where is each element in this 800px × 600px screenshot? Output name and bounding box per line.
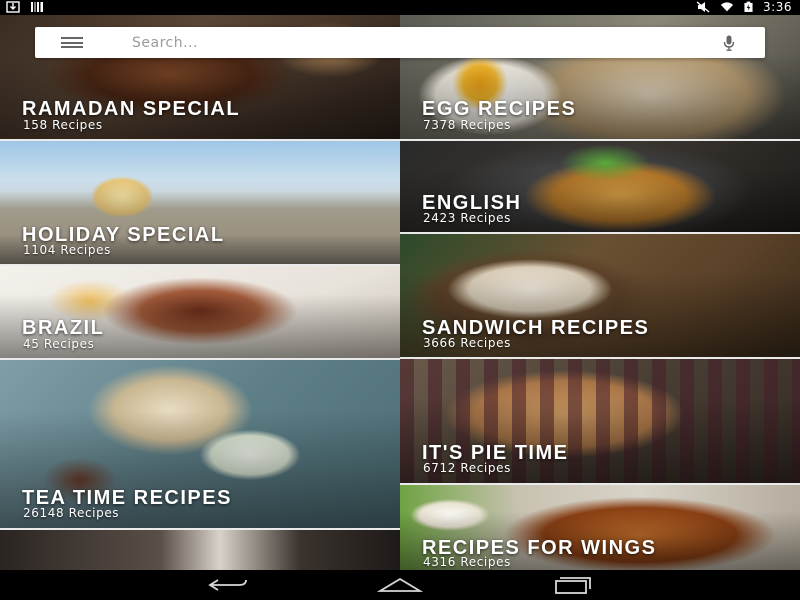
- battery-icon: [744, 1, 753, 12]
- clock: 3:36: [763, 0, 792, 14]
- search-bar: [35, 27, 765, 58]
- category-tile-english[interactable]: ENGLISH 2423 Recipes: [400, 141, 800, 234]
- category-tile-brazil[interactable]: BRAZIL 45 Recipes: [0, 266, 400, 360]
- category-tile-partial[interactable]: [0, 530, 400, 570]
- category-tile-sandwich-recipes[interactable]: SANDWICH RECIPES 3666 Recipes: [400, 234, 800, 359]
- home-icon[interactable]: [377, 576, 423, 594]
- search-input[interactable]: [132, 32, 692, 54]
- navigation-bar: [0, 570, 800, 600]
- wifi-icon: [720, 2, 734, 12]
- category-tile-its-pie-time[interactable]: IT'S PIE TIME 6712 Recipes: [400, 359, 800, 485]
- category-grid: RAMADAN SPECIAL 158 Recipes HOLIDAY SPEC…: [0, 15, 800, 570]
- tile-count: 158 Recipes: [23, 118, 103, 132]
- tile-count: 3666 Recipes: [423, 336, 511, 350]
- category-tile-tea-time-recipes[interactable]: TEA TIME RECIPES 26148 Recipes: [0, 360, 400, 530]
- back-icon[interactable]: [205, 576, 251, 594]
- tile-count: 7378 Recipes: [423, 118, 511, 132]
- download-icon: [6, 1, 20, 13]
- tile-count: 1104 Recipes: [23, 243, 111, 257]
- tile-count: 4316 Recipes: [423, 555, 511, 569]
- category-tile-recipes-for-wings[interactable]: RECIPES FOR WINGS 4316 Recipes: [400, 485, 800, 570]
- microphone-icon[interactable]: [723, 35, 735, 51]
- mute-icon: [696, 1, 710, 13]
- tile-count: 6712 Recipes: [423, 461, 511, 475]
- recent-apps-icon[interactable]: [548, 576, 594, 594]
- barcode-icon: [31, 2, 43, 12]
- tile-image: [0, 530, 400, 570]
- status-bar: 3:36: [0, 0, 800, 15]
- tile-count: 26148 Recipes: [23, 506, 120, 520]
- tile-count: 2423 Recipes: [423, 211, 511, 225]
- tile-count: 45 Recipes: [23, 337, 95, 351]
- hamburger-menu-icon[interactable]: [61, 37, 83, 48]
- category-tile-holiday-special[interactable]: HOLIDAY SPECIAL 1104 Recipes: [0, 141, 400, 266]
